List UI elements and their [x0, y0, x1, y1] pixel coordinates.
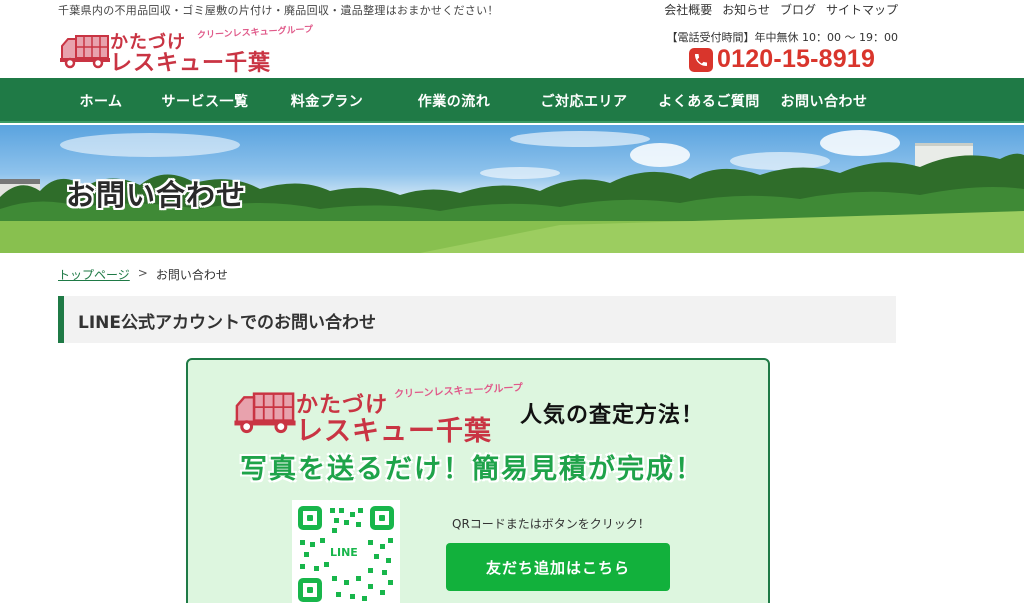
breadcrumb-separator: > [137, 266, 148, 280]
nav-services[interactable]: サービス一覧 [144, 78, 266, 123]
site-logo[interactable]: クリーンレスキューグループ かたづけ レスキュー千葉 [60, 25, 313, 76]
add-friend-button[interactable]: 友だち追加はこちら [446, 543, 670, 591]
top-links: 会社概要 お知らせ ブログ サイトマップ [664, 1, 898, 18]
nav-pricing[interactable]: 料金プラン [266, 78, 388, 123]
qr-line-label: LINE [328, 546, 360, 559]
card-logo: クリーンレスキューグループ かたづけ レスキュー千葉 [234, 382, 523, 447]
breadcrumb: トップページ > お問い合わせ [58, 266, 228, 283]
truck-icon [234, 392, 296, 434]
top-link-sitemap[interactable]: サイトマップ [826, 1, 898, 18]
nav-workflow[interactable]: 作業の流れ [388, 78, 520, 123]
page-title: お問い合わせ [66, 178, 247, 212]
qr-instruction: QRコードまたはボタンをクリック！ [452, 517, 650, 531]
nav-faq[interactable]: よくあるご質問 [648, 78, 770, 123]
global-nav: ホーム サービス一覧 料金プラン 作業の流れ ご対応エリア よくあるご質問 お問… [0, 78, 1024, 123]
nav-home[interactable]: ホーム [58, 78, 144, 123]
page: 千葉県内の不用品回収・ゴミ屋敷の片付け・廃品回収・遺品整理はおまかせください！ … [0, 0, 1024, 603]
phone-icon [689, 47, 713, 72]
breadcrumb-current: お問い合わせ [155, 268, 228, 282]
card-logo-line2: レスキュー千葉 [296, 416, 492, 447]
phone-link[interactable]: 0120-15-8919 [689, 45, 875, 74]
nav-contact[interactable]: お問い合わせ [770, 78, 878, 123]
breadcrumb-home[interactable]: トップページ [58, 266, 130, 283]
qr-finder-top-right [370, 506, 394, 530]
hero-banner: お問い合わせ [0, 125, 1024, 253]
phone-number: 0120-15-8919 [717, 45, 876, 73]
catch-copy: 写真を送るだけ！簡易見積が完成！ [240, 454, 704, 485]
line-qr-code[interactable]: LINE [292, 500, 400, 603]
site-tagline: 千葉県内の不用品回収・ゴミ屋敷の片付け・廃品回収・遺品整理はおまかせください！ [58, 4, 499, 17]
logo-line2: レスキュー千葉 [110, 51, 272, 76]
qr-finder-bottom-left [298, 578, 322, 602]
popular-method-text: 人気の査定方法！ [520, 403, 705, 428]
top-link-news[interactable]: お知らせ [722, 1, 770, 18]
top-link-blog[interactable]: ブログ [780, 1, 816, 18]
top-link-company[interactable]: 会社概要 [664, 1, 712, 18]
card-logo-subtitle: クリーンレスキューグループ [393, 382, 524, 401]
nav-service-area[interactable]: ご対応エリア [520, 78, 648, 123]
section-heading: LINE公式アカウントでのお問い合わせ [58, 296, 896, 343]
truck-icon [60, 35, 110, 69]
logo-subtitle: クリーンレスキューグループ [196, 24, 314, 42]
phone-hours: 【電話受付時間】年中無休 10：00 ～ 19：00 [666, 31, 898, 44]
section-heading-text: LINE公式アカウントでのお問い合わせ [78, 313, 376, 333]
line-contact-card: クリーンレスキューグループ かたづけ レスキュー千葉 人気の査定方法！ 写真を送… [186, 358, 770, 603]
qr-finder-top-left [298, 506, 322, 530]
